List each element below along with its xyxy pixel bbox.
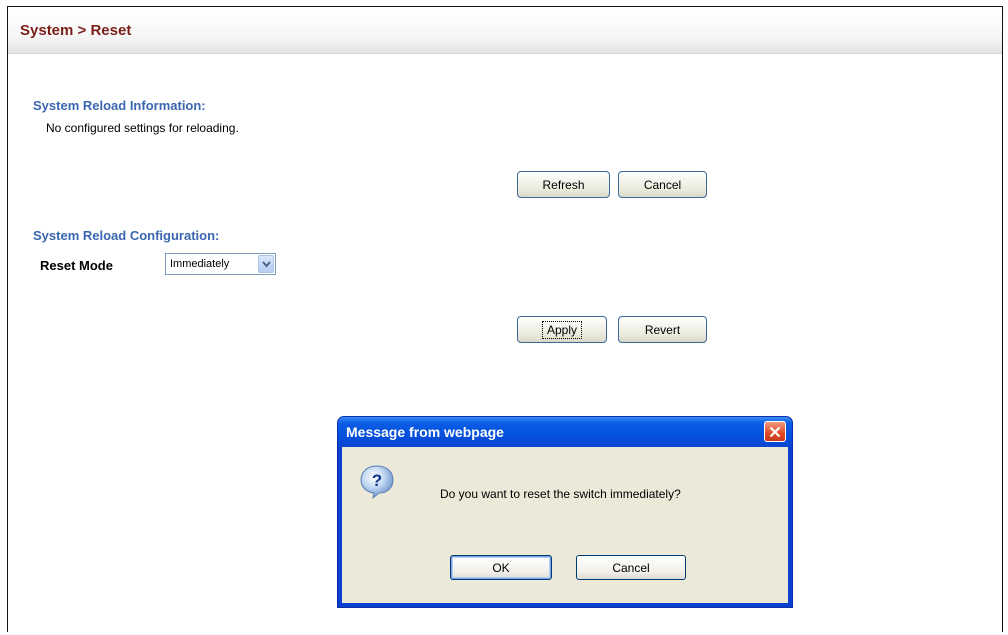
- close-button[interactable]: [764, 421, 786, 442]
- refresh-button-label: Refresh: [542, 177, 585, 192]
- refresh-button[interactable]: Refresh: [517, 171, 610, 198]
- breadcrumb: System > Reset: [20, 22, 132, 39]
- question-icon: ?: [360, 465, 394, 500]
- dialog-cancel-button[interactable]: Cancel: [576, 555, 686, 580]
- revert-button-label: Revert: [644, 322, 681, 337]
- reset-mode-label: Reset Mode: [40, 258, 113, 273]
- close-icon: [769, 426, 781, 438]
- ok-button-label: OK: [492, 560, 510, 575]
- cancel-reload-button-label: Cancel: [643, 177, 682, 192]
- chevron-down-icon[interactable]: [258, 255, 274, 273]
- reload-info-title: System Reload Information:: [33, 98, 206, 113]
- ok-button[interactable]: OK: [450, 555, 552, 580]
- svg-text:?: ?: [372, 471, 382, 490]
- reset-mode-value: Immediately: [170, 258, 230, 270]
- apply-button[interactable]: Apply: [517, 316, 607, 343]
- dialog-cancel-button-label: Cancel: [612, 560, 650, 575]
- cancel-reload-button[interactable]: Cancel: [618, 171, 707, 198]
- dialog-message: Do you want to reset the switch immediat…: [440, 487, 681, 501]
- reload-info-message: No configured settings for reloading.: [46, 121, 239, 135]
- reset-mode-select[interactable]: Immediately: [165, 253, 276, 275]
- dialog-body: ? Do you want to reset the switch immedi…: [342, 447, 788, 603]
- confirm-dialog: Message from webpage ? Do you want to re…: [337, 416, 793, 608]
- revert-button[interactable]: Revert: [618, 316, 707, 343]
- reload-config-title: System Reload Configuration:: [33, 228, 220, 243]
- dialog-title: Message from webpage: [346, 424, 504, 440]
- dialog-title-bar[interactable]: Message from webpage: [338, 417, 792, 447]
- apply-button-label: Apply: [541, 320, 583, 339]
- page-header: System > Reset: [8, 7, 1002, 54]
